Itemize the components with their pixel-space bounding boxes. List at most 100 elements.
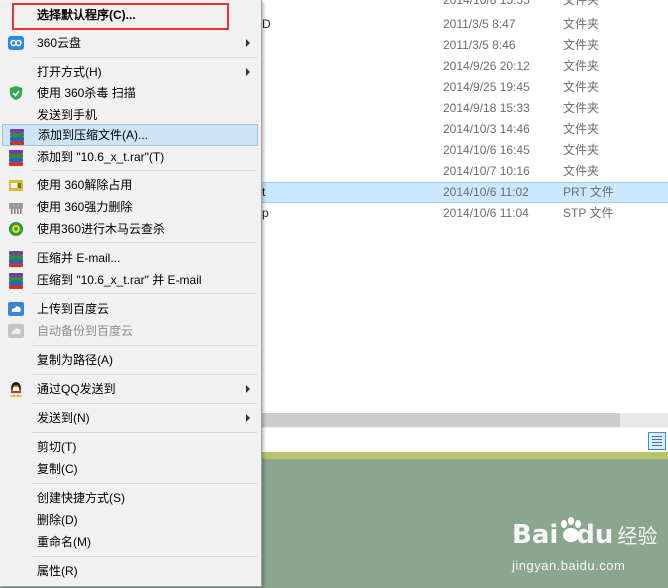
winrar-icon	[8, 149, 24, 166]
file-name: p	[262, 206, 269, 220]
file-type: 文件夹	[563, 80, 600, 94]
file-row[interactable]: 2014/9/18 15:33 文件夹	[262, 98, 668, 119]
file-row[interactable]: D 2011/3/5 8:47 文件夹	[262, 14, 668, 35]
menu-open-with[interactable]: 打开方式(H)	[2, 61, 258, 83]
menu-compress-email[interactable]: 压缩并 E-mail...	[2, 247, 258, 269]
menu-label: 创建快捷方式(S)	[37, 491, 125, 505]
menu-label: 打开方式(H)	[37, 65, 102, 79]
shredder-icon	[9, 203, 23, 214]
menu-send-to-phone[interactable]: 发送到手机	[2, 104, 258, 126]
menu-compress-rar-email[interactable]: 压缩到 "10.6_x_t.rar" 并 E-mail	[2, 269, 258, 291]
file-row[interactable]: 2014/10/3 14:46 文件夹	[262, 119, 668, 140]
menu-separator	[32, 556, 257, 557]
menu-create-shortcut[interactable]: 创建快捷方式(S)	[2, 487, 258, 509]
menu-label: 使用360进行木马云查杀	[37, 222, 166, 236]
file-date: 2014/10/8 15:55	[443, 0, 530, 7]
menu-separator	[32, 483, 257, 484]
file-row[interactable]: t 2014/10/6 11:02 PRT 文件	[262, 182, 668, 203]
menu-separator	[32, 170, 257, 171]
menu-label: 自动备份到百度云	[37, 324, 134, 338]
qq-penguin-icon	[10, 382, 22, 397]
menu-separator	[32, 374, 257, 375]
menu-upload-baidu-cloud[interactable]: 上传到百度云	[2, 298, 258, 320]
baidu-cloud-disabled-icon	[8, 324, 24, 338]
360-unlock-icon	[9, 180, 23, 191]
menu-add-to-rar[interactable]: 添加到 "10.6_x_t.rar"(T)	[2, 146, 258, 168]
submenu-arrow-icon	[246, 414, 250, 422]
scrollbar-thumb[interactable]	[262, 413, 620, 427]
360-cloud-icon	[8, 36, 24, 50]
file-type: 文件夹	[563, 59, 600, 73]
menu-label: 压缩并 E-mail...	[37, 251, 121, 265]
menu-label: 压缩到 "10.6_x_t.rar" 并 E-mail	[37, 273, 202, 287]
menu-add-to-archive[interactable]: 添加到压缩文件(A)...	[2, 124, 258, 146]
file-row[interactable]: 2011/3/5 8:46 文件夹	[262, 35, 668, 56]
file-row[interactable]: 2014/10/8 15:55 文件夹	[262, 0, 668, 11]
file-date: 2014/10/6 11:04	[443, 206, 529, 220]
menu-separator	[32, 432, 257, 433]
menu-label: 复制为路径(A)	[37, 353, 113, 367]
menu-separator	[32, 403, 257, 404]
file-date: 2014/9/25 19:45	[443, 80, 530, 94]
menu-copy[interactable]: 复制(C)	[2, 458, 258, 480]
menu-label: 发送到(N)	[37, 411, 90, 425]
menu-360-scan[interactable]: 使用 360杀毒 扫描	[2, 82, 258, 104]
file-type: 文件夹	[563, 17, 600, 31]
file-date: 2011/3/5 8:47	[443, 17, 516, 31]
menu-cut[interactable]: 剪切(T)	[2, 436, 258, 458]
file-row[interactable]: 2014/10/7 10:16 文件夹	[262, 161, 668, 182]
menu-label: 使用 360解除占用	[37, 178, 133, 192]
file-row[interactable]: p 2014/10/6 11:04 STP 文件	[262, 203, 668, 224]
file-type: 文件夹	[563, 164, 600, 178]
watermark-text: 经验	[617, 526, 658, 548]
menu-separator	[32, 293, 257, 294]
annotation-highlight-box	[12, 3, 229, 30]
file-name: t	[262, 185, 266, 199]
menu-label: 属性(R)	[37, 564, 78, 578]
menu-separator	[32, 345, 257, 346]
360-antivirus-shield-icon	[10, 86, 22, 100]
menu-properties[interactable]: 属性(R)	[2, 560, 258, 582]
menu-delete[interactable]: 删除(D)	[2, 509, 258, 531]
menu-360-unlock[interactable]: 使用 360解除占用	[2, 174, 258, 196]
menu-label: 添加到 "10.6_x_t.rar"(T)	[37, 150, 165, 164]
menu-360-force-delete[interactable]: 使用 360强力删除	[2, 196, 258, 218]
status-bar	[262, 427, 668, 453]
menu-rename[interactable]: 重命名(M)	[2, 531, 258, 553]
watermark-logo: Bai	[512, 520, 559, 550]
file-type: 文件夹	[563, 122, 600, 136]
watermark-url: jingyan.baidu.com	[512, 558, 626, 573]
menu-label: 使用 360强力删除	[37, 200, 133, 214]
menu-label: 发送到手机	[37, 108, 98, 122]
details-view-icon[interactable]	[648, 432, 666, 450]
menu-send-via-qq[interactable]: 通过QQ发送到	[2, 378, 258, 400]
file-date: 2014/10/3 14:46	[443, 122, 530, 136]
winrar-icon	[8, 250, 24, 267]
menu-send-to[interactable]: 发送到(N)	[2, 407, 258, 429]
360-trojan-icon	[9, 222, 23, 236]
submenu-arrow-icon	[246, 39, 250, 47]
menu-label: 删除(D)	[37, 513, 78, 527]
menu-label: 使用 360杀毒 扫描	[37, 86, 136, 100]
file-type: STP 文件	[563, 206, 614, 220]
file-row[interactable]: 2014/9/26 20:12 文件夹	[262, 56, 668, 77]
menu-label: 添加到压缩文件(A)...	[38, 128, 148, 142]
menu-label: 360云盘	[37, 36, 82, 50]
file-type: PRT 文件	[563, 185, 614, 199]
horizontal-scrollbar[interactable]	[262, 413, 668, 427]
baidu-paw-icon	[561, 517, 581, 542]
menu-360-cloud[interactable]: 360云盘	[2, 32, 258, 54]
file-date: 2011/3/5 8:46	[443, 38, 516, 52]
menu-auto-backup-baidu-cloud[interactable]: 自动备份到百度云	[2, 320, 258, 342]
file-row[interactable]: 2014/9/25 19:45 文件夹	[262, 77, 668, 98]
menu-360-trojan-scan[interactable]: 使用360进行木马云查杀	[2, 218, 258, 240]
winrar-icon	[8, 272, 24, 289]
menu-label: 上传到百度云	[37, 302, 110, 316]
file-date: 2014/9/26 20:12	[443, 59, 530, 73]
menu-label: 通过QQ发送到	[37, 382, 116, 396]
file-row[interactable]: 2014/10/6 16:45 文件夹	[262, 140, 668, 161]
file-name: D	[262, 17, 271, 31]
menu-copy-as-path[interactable]: 复制为路径(A)	[2, 349, 258, 371]
winrar-icon	[9, 128, 25, 145]
submenu-arrow-icon	[246, 385, 250, 393]
